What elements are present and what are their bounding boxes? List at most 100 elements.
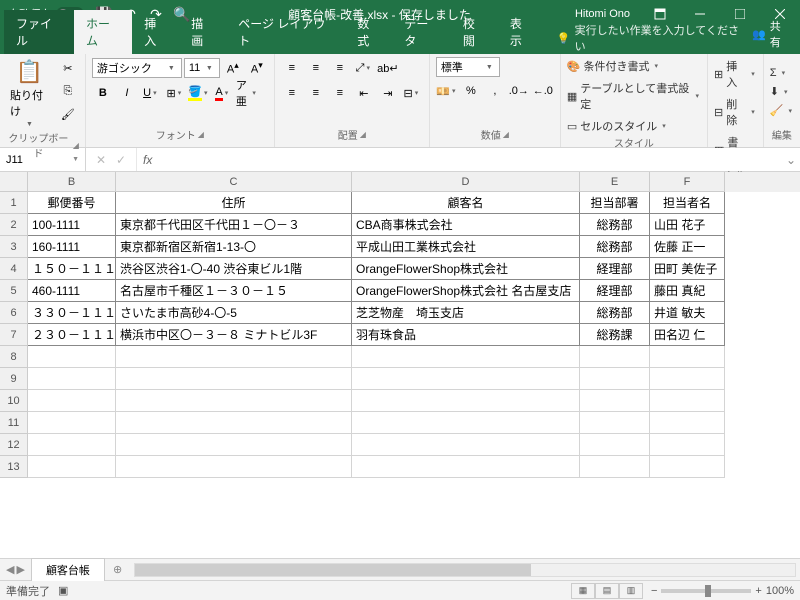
column-header[interactable]: C [116, 172, 352, 192]
row-header[interactable]: 12 [0, 434, 28, 456]
cell[interactable] [650, 434, 725, 456]
cell[interactable]: 田名辺 仁 [650, 324, 725, 346]
cell[interactable]: 名古屋市千種区１－３０－１５ [116, 280, 352, 302]
row-header[interactable]: 7 [0, 324, 28, 346]
cell[interactable] [580, 456, 650, 478]
select-all-corner[interactable] [0, 172, 28, 192]
record-macro-button[interactable]: ▣ [58, 584, 68, 597]
spreadsheet-grid[interactable]: BCDEF 12345678910111213 郵便番号住所顧客名担当部署担当者… [0, 172, 800, 558]
cell[interactable]: 井道 敏夫 [650, 302, 725, 324]
cell[interactable] [580, 412, 650, 434]
tell-me-search[interactable]: 💡 実行したい作業を入力してください [557, 22, 742, 54]
user-name[interactable]: Hitomi Ono [565, 8, 640, 20]
font-family-combo[interactable]: 游ゴシック▼ [92, 58, 182, 78]
row-header[interactable]: 13 [0, 456, 28, 478]
conditional-formatting-button[interactable]: 🎨条件付き書式▾ [567, 57, 701, 75]
sheet-tab[interactable]: 顧客台帳 [31, 558, 105, 581]
cell[interactable]: 担当部署 [580, 192, 650, 214]
cell[interactable]: 佐藤 正一 [650, 236, 725, 258]
cell[interactable] [28, 390, 116, 412]
cell[interactable]: 山田 花子 [650, 214, 725, 236]
decrease-decimal-button[interactable]: ←.0 [532, 80, 554, 102]
column-header[interactable]: B [28, 172, 116, 192]
column-header[interactable]: D [352, 172, 580, 192]
cell[interactable] [650, 390, 725, 412]
cell[interactable]: 平成山田工業株式会社 [352, 236, 580, 258]
font-size-combo[interactable]: 11▼ [184, 58, 220, 78]
cell[interactable]: ２３０－１１１１ [28, 324, 116, 346]
sheet-next-button[interactable]: ▶ [16, 563, 24, 576]
cell[interactable] [116, 412, 352, 434]
tab-page-layout[interactable]: ページ レイアウト [226, 10, 345, 54]
cell[interactable] [28, 412, 116, 434]
cell[interactable] [352, 412, 580, 434]
autosum-button[interactable]: Σ▾ [770, 66, 794, 80]
paste-button[interactable]: 📋 貼り付け ▼ [6, 57, 53, 130]
cell[interactable]: 100-1111 [28, 214, 116, 236]
cell[interactable] [650, 456, 725, 478]
fill-color-button[interactable]: 🪣▾ [188, 82, 210, 104]
align-top-button[interactable]: ≡ [281, 57, 303, 79]
cell[interactable]: 渋谷区渋谷1-〇-40 渋谷東ビル1階 [116, 258, 352, 280]
cell[interactable]: 郵便番号 [28, 192, 116, 214]
cell[interactable]: 総務部 [580, 302, 650, 324]
border-button[interactable]: ⊞▾ [164, 82, 186, 104]
align-left-button[interactable]: ≡ [281, 82, 303, 104]
delete-cells-button[interactable]: ⊟削除▾ [714, 95, 757, 129]
cell[interactable] [116, 434, 352, 456]
new-sheet-button[interactable]: ⊕ [105, 563, 130, 576]
underline-button[interactable]: U▾ [140, 82, 162, 104]
cell[interactable] [28, 368, 116, 390]
tab-home[interactable]: ホーム [74, 10, 132, 54]
row-header[interactable]: 5 [0, 280, 28, 302]
orientation-button[interactable]: ⤢▾ [353, 57, 375, 79]
phonetic-button[interactable]: ア亜▾ [236, 82, 258, 104]
cell[interactable]: OrangeFlowerShop株式会社 [352, 258, 580, 280]
cell[interactable] [352, 434, 580, 456]
cell[interactable] [352, 346, 580, 368]
tab-view[interactable]: 表示 [498, 10, 545, 54]
cell[interactable] [580, 346, 650, 368]
cell[interactable] [650, 346, 725, 368]
merge-button[interactable]: ⊟▾ [401, 82, 423, 104]
row-header[interactable]: 3 [0, 236, 28, 258]
cell[interactable]: １５０－１１１１ [28, 258, 116, 280]
comma-button[interactable]: , [484, 80, 506, 102]
cell[interactable]: 羽有珠食品 [352, 324, 580, 346]
percent-button[interactable]: % [460, 80, 482, 102]
horizontal-scrollbar[interactable] [134, 563, 796, 577]
wrap-text-button[interactable]: ab↵ [377, 57, 399, 79]
cell-styles-button[interactable]: ▭セルのスタイル▾ [567, 117, 701, 135]
cell[interactable]: 芝芝物産 埼玉支店 [352, 302, 580, 324]
cell[interactable]: 160-1111 [28, 236, 116, 258]
align-right-button[interactable]: ≡ [329, 82, 351, 104]
accounting-button[interactable]: 💴▾ [436, 80, 458, 102]
sheet-prev-button[interactable]: ◀ [6, 563, 14, 576]
share-button[interactable]: 👥 共有 [742, 14, 800, 54]
zoom-slider[interactable] [661, 589, 751, 593]
align-center-button[interactable]: ≡ [305, 82, 327, 104]
cell[interactable]: 総務部 [580, 214, 650, 236]
page-break-view-button[interactable]: ▥ [619, 583, 643, 599]
bold-button[interactable]: B [92, 82, 114, 104]
cell[interactable]: 東京都千代田区千代田１－〇－３ [116, 214, 352, 236]
decrease-indent-button[interactable]: ⇤ [353, 82, 375, 104]
row-header[interactable]: 10 [0, 390, 28, 412]
cell[interactable]: さいたま市高砂4-〇-5 [116, 302, 352, 324]
row-header[interactable]: 11 [0, 412, 28, 434]
row-header[interactable]: 4 [0, 258, 28, 280]
font-color-button[interactable]: A▾ [212, 82, 234, 104]
cell[interactable]: 顧客名 [352, 192, 580, 214]
cell[interactable] [116, 456, 352, 478]
zoom-in-button[interactable]: + [755, 585, 761, 597]
expand-formula-bar-button[interactable]: ⌄ [782, 148, 800, 171]
cell[interactable] [580, 390, 650, 412]
dialog-launcher-icon[interactable]: ◢ [198, 130, 204, 139]
tab-formulas[interactable]: 数式 [345, 10, 392, 54]
align-bottom-button[interactable]: ≡ [329, 57, 351, 79]
cancel-formula-button[interactable]: ✕ [92, 153, 110, 167]
cell[interactable] [650, 412, 725, 434]
dialog-launcher-icon[interactable]: ◢ [360, 130, 366, 139]
cell[interactable]: 経理部 [580, 280, 650, 302]
enter-formula-button[interactable]: ✓ [112, 153, 130, 167]
